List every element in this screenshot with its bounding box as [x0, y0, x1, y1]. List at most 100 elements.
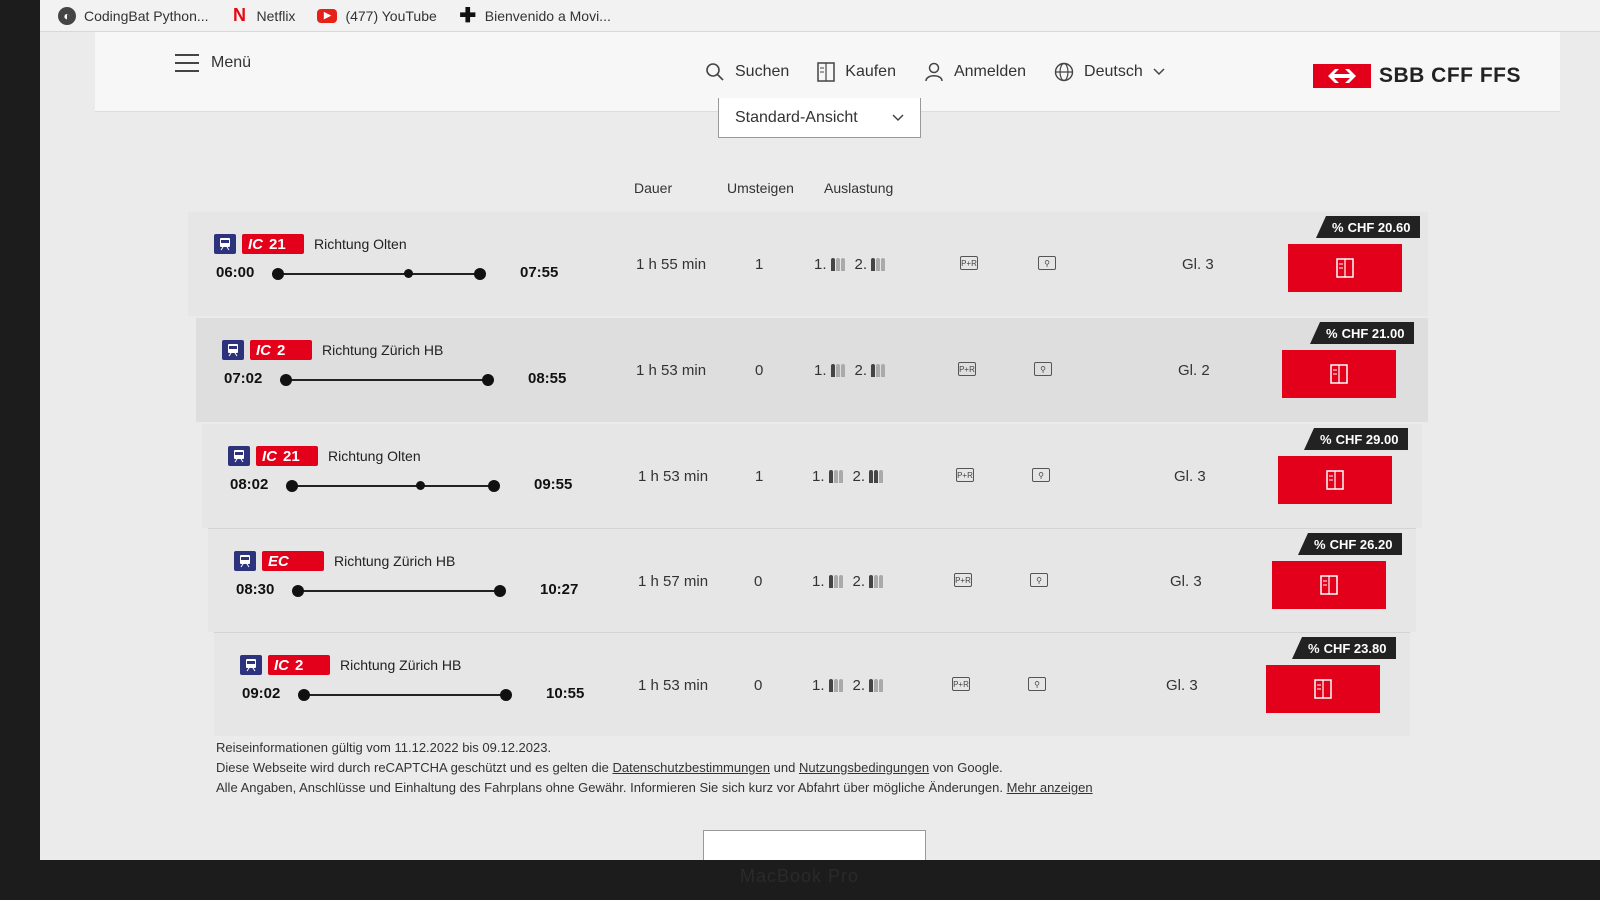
changes: 0: [755, 362, 764, 379]
occupancy-icon: [869, 575, 884, 588]
discount-icon: %: [1332, 219, 1344, 235]
product-name: IC: [248, 235, 263, 253]
netflix-icon: N: [233, 5, 247, 25]
price-badge: % CHF 23.80: [1292, 637, 1397, 659]
user-icon: [925, 62, 943, 82]
timeline: 09:02 10:55: [242, 685, 584, 705]
column-occupancy: Auslastung: [824, 180, 894, 196]
buy-ticket-button[interactable]: [1278, 456, 1392, 504]
occupancy-icon: [871, 258, 886, 271]
youtube-icon: ▶: [317, 8, 338, 23]
product-badge: IC 2: [268, 655, 330, 675]
connection-row[interactable]: IC 21 Richtung Olten 08:02 09:55 1 h 53 m…: [202, 424, 1422, 528]
occupancy-class-2: 2.: [852, 468, 866, 485]
start-dot: [298, 689, 310, 701]
nav-login-label: Anmelden: [953, 63, 1027, 80]
price-badge: % CHF 21.00: [1310, 322, 1415, 344]
logo-text: SBB CFF FFS: [1379, 64, 1521, 87]
changes: 0: [754, 677, 763, 694]
bookmark-movistar[interactable]: ✚ Bienvenido a Movi...: [459, 5, 610, 27]
occupancy-icon: [830, 364, 845, 377]
view-select[interactable]: Standard-Ansicht: [718, 98, 921, 138]
terms-link[interactable]: Nutzungsbedingungen: [799, 760, 929, 775]
validity-note: Reiseinformationen gültig vom 11.12.2022…: [216, 740, 552, 755]
train-icon: [234, 551, 256, 571]
occupancy: 1. 2.: [812, 677, 884, 694]
ticket-icon: [1330, 364, 1348, 384]
buy-ticket-button[interactable]: [1272, 561, 1386, 609]
connection-row[interactable]: IC 21 Richtung Olten 06:00 07:55 1 h 55 m…: [188, 212, 1428, 316]
more-link[interactable]: Mehr anzeigen: [1007, 780, 1093, 795]
start-dot: [280, 374, 292, 386]
direction: Richtung Olten: [328, 448, 421, 464]
arrival-time: 10:27: [540, 581, 579, 598]
price: CHF 26.20: [1329, 536, 1393, 552]
nav-buy[interactable]: Kaufen: [817, 62, 896, 82]
product-name: IC: [274, 656, 289, 674]
direction: Richtung Olten: [314, 236, 407, 252]
occupancy-icon: [828, 470, 843, 483]
language-select[interactable]: Deutsch: [1054, 62, 1165, 82]
bookmark-label: CodingBat Python...: [84, 7, 209, 24]
price: CHF 20.60: [1347, 219, 1411, 235]
train-info: IC 2 Richtung Zürich HB: [222, 340, 443, 360]
nav-login[interactable]: Anmelden: [924, 62, 1026, 82]
occupancy-icon: [869, 470, 884, 483]
discount-icon: %: [1326, 325, 1338, 341]
sbb-logo[interactable]: SBB CFF FFS: [1313, 64, 1521, 88]
chevron-down-icon: [1153, 68, 1165, 76]
timeline: 06:00 07:55: [216, 264, 558, 284]
bike-icon: ⚲: [1030, 573, 1048, 587]
connection-row[interactable]: IC 2 Richtung Zürich HB 07:02 08:55 1 h 5…: [196, 318, 1428, 422]
bookmark-netflix[interactable]: N Netflix: [231, 5, 296, 25]
timeline: 07:02 08:55: [224, 370, 566, 390]
train-info: IC 21 Richtung Olten: [214, 234, 407, 254]
start-dot: [272, 268, 284, 280]
nav-search-label: Suchen: [735, 63, 790, 80]
park-ride-icon: P+R: [954, 573, 972, 587]
load-more-button[interactable]: [703, 830, 926, 860]
park-ride-icon: P+R: [960, 256, 978, 270]
buy-ticket-button[interactable]: [1288, 244, 1402, 292]
arrival-time: 07:55: [520, 264, 559, 281]
end-dot: [474, 268, 486, 280]
nav-search[interactable]: Suchen: [705, 62, 789, 82]
ticket-icon: [817, 62, 836, 82]
occupancy-icon: [828, 679, 843, 692]
occupancy: 1. 2.: [814, 362, 886, 379]
buy-ticket-button[interactable]: [1266, 665, 1380, 713]
journey-track: [298, 689, 512, 701]
search-icon: [706, 63, 724, 81]
bike-icon: ⚲: [1032, 468, 1050, 482]
product-badge: IC 21: [256, 446, 318, 466]
price: CHF 21.00: [1341, 325, 1405, 341]
product-name: IC: [256, 341, 271, 359]
bookmark-codingbat[interactable]: ◐ CodingBat Python...: [58, 6, 209, 25]
train-info: EC Richtung Zürich HB: [234, 551, 455, 571]
codingbat-icon: ◐: [58, 6, 76, 25]
bookmark-youtube[interactable]: ▶ (477) YouTube: [317, 8, 437, 24]
price-badge: % CHF 20.60: [1316, 216, 1421, 238]
occupancy-class-2: 2.: [852, 677, 866, 694]
start-dot: [292, 585, 304, 597]
departure-time: 09:02: [242, 685, 281, 702]
bookmark-label: Netflix: [256, 7, 296, 24]
occupancy-class-2: 2.: [854, 362, 868, 379]
duration: 1 h 55 min: [636, 256, 707, 273]
recaptcha-note: Diese Webseite wird durch reCAPTCHA gesc…: [216, 758, 1093, 778]
sbb-logo-mark: [1313, 64, 1371, 88]
disclaimer-text: Alle Angaben, Anschlüsse und Einhaltung …: [216, 780, 1003, 795]
arrival-time: 09:55: [534, 476, 573, 493]
connection-row[interactable]: IC 2 Richtung Zürich HB 09:02 10:55 1 h 5…: [214, 632, 1410, 736]
ticket-icon: [1326, 470, 1344, 490]
connection-row[interactable]: EC Richtung Zürich HB 08:30 10:27 1 h 57…: [208, 528, 1416, 632]
menu-button[interactable]: Menü: [175, 54, 251, 72]
occupancy-class-2: 2.: [852, 573, 866, 590]
and-text: und: [773, 760, 796, 775]
line-number: 2: [277, 341, 286, 359]
train-icon: [214, 234, 236, 254]
occupancy: 1. 2.: [812, 468, 884, 485]
privacy-link[interactable]: Datenschutzbestimmungen: [612, 760, 770, 775]
buy-ticket-button[interactable]: [1282, 350, 1396, 398]
platform: Gl. 3: [1174, 468, 1206, 485]
